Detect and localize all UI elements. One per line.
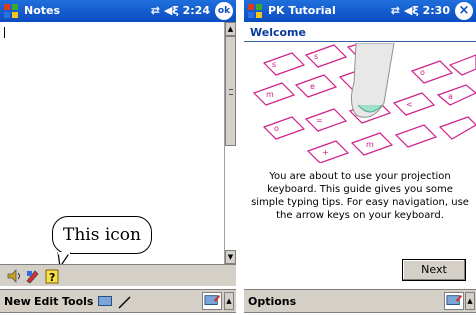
app-title: PK Tutorial (268, 4, 336, 17)
scroll-up-button[interactable]: ▲ (225, 22, 236, 36)
input-panel-icon[interactable] (202, 292, 222, 310)
projection-keyboard-illustration: s s m e o o = c < a + m (252, 43, 476, 163)
svg-text:<: < (406, 100, 413, 109)
svg-text:?: ? (49, 271, 55, 284)
pen-tool-icon[interactable] (24, 268, 40, 284)
callout-bubble: This icon (52, 216, 152, 254)
input-panel-arrow[interactable]: ▲ (224, 292, 234, 310)
instruction-line: keyboard. This guide gives you some (267, 184, 453, 195)
menu-bar: Options ▲ (244, 289, 476, 313)
clock[interactable]: 2:30 (423, 4, 450, 17)
svg-text:e: e (310, 82, 315, 91)
speaker-icon[interactable]: ◀ξ (164, 4, 179, 17)
windows-flag-icon[interactable] (247, 3, 263, 19)
svg-text:o: o (420, 68, 425, 77)
menu-bar: New Edit Tools ▲ (0, 289, 236, 313)
speaker-icon[interactable]: ◀ξ (404, 4, 419, 17)
svg-text:a: a (448, 92, 453, 101)
instruction-line: the arrow keys on your keyboard. (276, 210, 444, 221)
vertical-scrollbar[interactable]: ▲ ▼ (224, 22, 236, 264)
status-area[interactable]: ⇄ ◀ξ 2:30 (391, 4, 450, 17)
connectivity-icon[interactable]: ⇄ (151, 4, 160, 17)
instruction-line: simple typing tips. For easy navigation,… (251, 197, 469, 208)
ok-button[interactable]: ok (215, 2, 233, 20)
next-button[interactable]: Next (402, 259, 466, 281)
note-toolbar: ? (0, 264, 236, 286)
page-heading: Welcome (244, 22, 476, 42)
status-area[interactable]: ⇄ ◀ξ 2:24 (151, 4, 210, 17)
scroll-down-button[interactable]: ▼ (225, 250, 236, 264)
tutorial-screen: PK Tutorial ⇄ ◀ξ 2:30 × Welcome s s m e … (244, 0, 476, 315)
svg-text:o: o (274, 124, 279, 133)
connectivity-icon[interactable]: ⇄ (391, 4, 400, 17)
svg-text:+: + (322, 148, 329, 157)
clock[interactable]: 2:24 (183, 4, 210, 17)
menu-tools[interactable]: Tools (62, 295, 93, 308)
menu-new[interactable]: New (4, 295, 31, 308)
tutorial-instructions: You are about to use your projection key… (244, 170, 476, 222)
windows-flag-icon[interactable] (3, 3, 19, 19)
text-cursor (4, 27, 5, 38)
svg-text:m: m (366, 140, 374, 149)
scroll-thumb[interactable] (225, 36, 236, 146)
instruction-line: You are about to use your projection (269, 171, 451, 182)
title-bar: PK Tutorial ⇄ ◀ξ 2:30 × (244, 0, 476, 22)
app-title: Notes (24, 4, 61, 17)
help-icon[interactable]: ? (44, 268, 60, 284)
input-panel-arrow[interactable]: ▲ (465, 292, 475, 310)
notes-screen: Notes ⇄ ◀ξ 2:24 ok ▲ ▼ This icon ? New E… (0, 0, 236, 315)
svg-text:=: = (316, 116, 323, 125)
pen-icon[interactable] (118, 295, 132, 309)
svg-text:s: s (272, 60, 276, 69)
record-speaker-icon[interactable] (6, 268, 22, 284)
menu-options[interactable]: Options (248, 295, 296, 308)
svg-text:m: m (266, 90, 274, 99)
close-button[interactable]: × (455, 2, 473, 20)
svg-text:s: s (314, 52, 318, 61)
menu-edit[interactable]: Edit (34, 295, 58, 308)
title-bar: Notes ⇄ ◀ξ 2:24 ok (0, 0, 236, 22)
keyboard-icon[interactable] (98, 296, 112, 306)
input-panel-icon[interactable] (444, 292, 464, 310)
